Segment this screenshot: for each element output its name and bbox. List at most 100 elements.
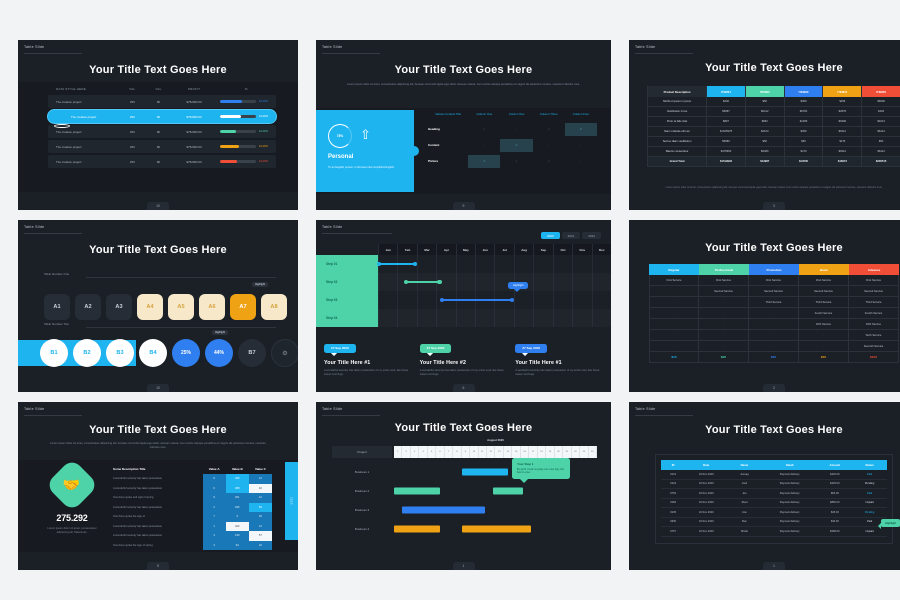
card-title: Your Title Here #2 bbox=[419, 360, 467, 366]
personal-panel[interactable]: 78% ⇧ Personal To an English person, it … bbox=[316, 110, 419, 192]
square-token[interactable]: A7 bbox=[230, 294, 256, 320]
page-number-tab[interactable]: 1 bbox=[452, 562, 475, 570]
table-row[interactable]: The creative project 250 80 $752000.00 13.20… bbox=[48, 110, 276, 128]
gantt-bar[interactable] bbox=[394, 525, 440, 532]
cell-amount: $420.00 bbox=[817, 470, 853, 480]
dash-icon[interactable]: - bbox=[565, 155, 597, 168]
gantt-bar[interactable] bbox=[394, 487, 440, 494]
year-tab[interactable]: 2022 bbox=[582, 232, 601, 239]
total-value: $13987 bbox=[745, 157, 785, 167]
circle-token[interactable]: B1 bbox=[40, 339, 68, 367]
gantt-bar[interactable] bbox=[492, 487, 523, 494]
gantt-bar[interactable] bbox=[404, 279, 442, 284]
circle-token[interactable]: 25% bbox=[172, 339, 200, 367]
col-head-pct: % bbox=[244, 86, 248, 91]
cell-price: $15 bbox=[649, 352, 699, 363]
slide-thumbnail-8[interactable]: Table Slide Your Title Text Goes Here Au… bbox=[316, 402, 611, 570]
circle-token[interactable]: B2 bbox=[73, 339, 101, 367]
table-row[interactable]: #123 10 Nov 2020 Josh Payment delivery $425.… bbox=[661, 480, 887, 489]
year-tab-group[interactable]: 2020 2021 2022 bbox=[540, 232, 601, 239]
table-row[interactable]: The creative project 250 80 $752000.00 13.20… bbox=[48, 95, 276, 108]
cell-empty: - bbox=[799, 341, 849, 352]
date-pill: 27 Sep 2020 bbox=[419, 343, 452, 356]
table-row[interactable]: #752 10 Nov 2020 Joe Payment delivery $65.00… bbox=[661, 489, 887, 499]
year-side-tab[interactable]: 2020 bbox=[285, 462, 298, 540]
cell-value: 199 bbox=[225, 531, 249, 541]
page-number-tab[interactable]: 10 bbox=[147, 202, 169, 210]
square-token[interactable]: A1 bbox=[44, 294, 70, 320]
dash-icon[interactable]: - bbox=[565, 139, 597, 152]
square-token[interactable]: A5 bbox=[168, 294, 194, 320]
table-row[interactable]: #630 10 Nov 2020 Bue Payment delivery $46.00… bbox=[661, 518, 887, 527]
cell-date: 10 Nov 2020 bbox=[685, 508, 728, 518]
gantt-bar[interactable] bbox=[462, 468, 508, 475]
slide-thumbnail-5[interactable]: Table Slide 2020 2021 2022 Jan Feb Mar Apr May… bbox=[316, 220, 611, 392]
table-row[interactable]: The creative project 250 80 $752000.00 13.20… bbox=[48, 155, 276, 168]
gantt-bar[interactable] bbox=[376, 261, 418, 266]
page-number-tab[interactable]: 2 bbox=[763, 384, 785, 392]
row-radio[interactable] bbox=[54, 124, 70, 128]
matrix-row: Content - ✓ - - bbox=[428, 137, 597, 153]
table-row[interactable]: The creative project 250 80 $752000.00 13.20… bbox=[48, 125, 276, 138]
month-tick: Nov bbox=[572, 244, 591, 255]
slide-thumbnail-4[interactable]: Table Slide Your Title Text Goes Here Ta… bbox=[18, 220, 298, 392]
square-token[interactable]: A3 bbox=[106, 294, 132, 320]
year-tab[interactable]: 2020 bbox=[540, 232, 560, 239]
gear-icon[interactable]: ⚙ bbox=[271, 339, 298, 367]
square-token[interactable]: A4 bbox=[137, 294, 163, 320]
check-icon[interactable]: ✓ bbox=[468, 123, 500, 136]
circle-token[interactable]: B4 bbox=[139, 339, 167, 367]
slide-thumbnail-2[interactable]: Table Slide Your Title Text Goes Here Lo… bbox=[316, 40, 611, 210]
check-icon[interactable]: ✓ bbox=[564, 122, 597, 136]
check-icon[interactable]: ✓ bbox=[533, 123, 565, 136]
dash-icon[interactable]: - bbox=[533, 139, 565, 152]
circle-token[interactable]: 44% bbox=[205, 339, 233, 367]
square-token[interactable]: A2 bbox=[75, 294, 101, 320]
row-callout: Highlight bbox=[878, 519, 900, 529]
page-number-tab[interactable]: 6 bbox=[452, 384, 475, 392]
table-row[interactable]: #182 10 Nov 2020 Jibert Payment delivery $86… bbox=[661, 499, 887, 508]
dash-icon[interactable]: - bbox=[468, 139, 500, 152]
cell-progress: 13.20% bbox=[217, 100, 276, 103]
plan-col-head[interactable]: Promotion bbox=[749, 264, 799, 275]
page-number-tab[interactable]: 10 bbox=[147, 384, 169, 392]
slide-thumbnail-9[interactable]: Table Slide Your Title Text Goes Here ID… bbox=[629, 402, 900, 570]
page-number-tab[interactable]: 1 bbox=[763, 562, 785, 570]
check-icon[interactable]: ✓ bbox=[500, 138, 533, 152]
plan-col-head[interactable]: Basic bbox=[799, 264, 849, 275]
plan-col-head[interactable]: Advance bbox=[849, 264, 899, 275]
table-row[interactable]: #767 10 Nov 2020 Mireik Payment delivery $26… bbox=[661, 527, 887, 537]
slide-thumbnail-7[interactable]: Table Slide Your Title Text Goes Here Lo… bbox=[18, 402, 298, 570]
year-tab[interactable]: 2021 bbox=[561, 232, 581, 239]
check-icon[interactable]: ✓ bbox=[533, 155, 565, 168]
gantt-bar[interactable] bbox=[439, 297, 515, 302]
dash-icon[interactable]: - bbox=[500, 123, 532, 136]
check-icon[interactable]: ✓ bbox=[468, 154, 501, 168]
page-number-tab[interactable]: 3 bbox=[763, 202, 785, 210]
plan-col-head[interactable]: Professional bbox=[699, 264, 749, 275]
step-label: Step 04 bbox=[326, 316, 338, 320]
table-row[interactable]: #131 10 Nov 2020 Jusnag Payment delivery $42… bbox=[661, 470, 887, 480]
slide-thumbnail-3[interactable]: Table Slide Your Title Text Goes Here Pr… bbox=[629, 40, 900, 210]
slide-thumbnail-1[interactable]: Table Slide Your Title Text Goes Here DA… bbox=[18, 40, 298, 210]
timeline-card[interactable]: 27 Sep 2020 Your Title Here #1 A wonderful… bbox=[515, 336, 603, 377]
square-token[interactable]: A8 bbox=[261, 294, 287, 320]
table-row[interactable]: The creative project 250 80 $752000.00 13.20… bbox=[48, 140, 276, 153]
page-number-tab[interactable]: 5 bbox=[147, 562, 169, 570]
cell-desc: A wonderful serenity has taken possessio… bbox=[113, 477, 163, 481]
square-token[interactable]: A6 bbox=[199, 294, 225, 320]
page-number-tab[interactable]: 9 bbox=[452, 202, 475, 210]
progress-track bbox=[219, 130, 256, 133]
circle-token[interactable]: B3 bbox=[106, 339, 134, 367]
slide-thumbnail-6[interactable]: Your Title Text Goes Here Regular Profess… bbox=[629, 220, 900, 392]
check-icon[interactable]: ✓ bbox=[500, 155, 532, 168]
timeline-card[interactable]: 27 Sep 2020 Your Title Here #2 A wonderful… bbox=[419, 336, 508, 377]
label-divider bbox=[322, 415, 380, 416]
circle-token[interactable]: B7 bbox=[238, 339, 266, 367]
gantt-bar[interactable] bbox=[462, 525, 531, 532]
day-tick: 3 bbox=[411, 446, 420, 458]
plan-col-head[interactable]: Regular bbox=[649, 264, 699, 275]
table-row[interactable]: #135 10 Nov 2020 Ane Payment delivery $45.00… bbox=[661, 508, 887, 518]
timeline-card[interactable]: 27 Sep 2020 Your Title Here #1 A wonderful… bbox=[324, 336, 412, 377]
gantt-bar[interactable] bbox=[401, 506, 485, 513]
